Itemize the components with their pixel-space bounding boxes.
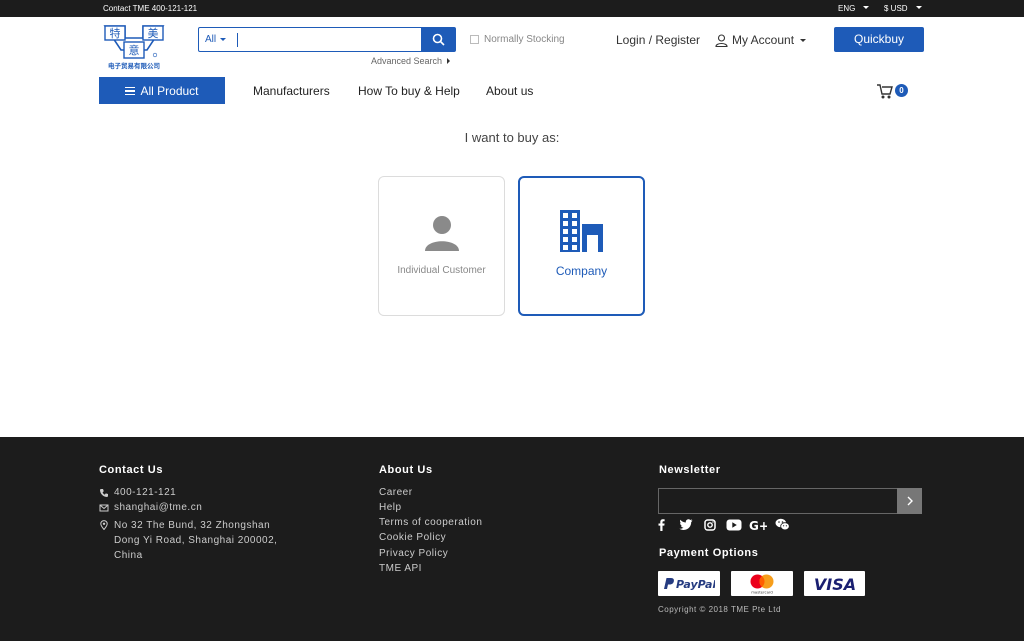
advanced-search-link[interactable]: Advanced Search [371, 56, 451, 66]
company-option[interactable]: Company [518, 176, 645, 316]
footer-link-career[interactable]: Career [379, 487, 413, 498]
normally-stocking-label: Normally Stocking [484, 34, 565, 45]
nav-about-us[interactable]: About us [486, 84, 533, 98]
mastercard-text: mastercard [751, 589, 773, 594]
footer-link-terms[interactable]: Terms of cooperation [379, 517, 482, 528]
user-icon [424, 216, 459, 251]
footer: Contact Us 400-121-121 shanghai@tme.cn N… [0, 437, 1024, 641]
nav-how-to-buy[interactable]: How To buy & Help [358, 84, 460, 98]
buyer-type-prompt: I want to buy as: [464, 130, 560, 145]
social-links: G+ [658, 518, 794, 531]
footer-phone[interactable]: 400-121-121 [114, 487, 176, 498]
logo-char-3: 意 [129, 43, 140, 57]
language-selector[interactable]: ENG [838, 4, 870, 13]
instagram-icon[interactable] [698, 518, 722, 531]
footer-about-title: About Us [379, 464, 433, 476]
svg-text:G+: G+ [749, 519, 767, 531]
caret-down-icon [863, 6, 870, 10]
logo[interactable]: 特 美 意 电子贸易有限公司 [103, 24, 165, 70]
logo-graphic: 特 美 意 电子贸易有限公司 [103, 25, 165, 70]
google-plus-icon[interactable]: G+ [746, 519, 770, 531]
user-icon [715, 33, 728, 47]
cart-button[interactable]: 0 [876, 82, 910, 100]
twitter-icon[interactable] [674, 518, 698, 531]
footer-payment-title: Payment Options [659, 547, 759, 559]
caret-down-icon [220, 37, 227, 41]
search-category-label: All [205, 34, 217, 45]
logo-char-2: 美 [148, 27, 159, 40]
logo-char-1: 特 [110, 26, 121, 40]
search-icon [432, 33, 445, 46]
my-account-menu[interactable]: My Account [715, 33, 807, 47]
paypal-logo: PayPal [658, 571, 720, 596]
footer-address-line-3: China [114, 550, 143, 561]
footer-contact-title: Contact Us [99, 464, 164, 476]
checkbox-box[interactable] [470, 35, 479, 44]
search-category-select[interactable]: All [199, 28, 237, 51]
individual-customer-option[interactable]: Individual Customer [378, 176, 505, 316]
mastercard-logo: mastercard [731, 571, 793, 596]
caret-down-icon [800, 38, 807, 42]
copyright-text: Copyright © 2018 TME Pte Ltd [658, 605, 781, 614]
wechat-icon[interactable] [770, 518, 794, 531]
quickbuy-button[interactable]: Quickbuy [834, 27, 924, 52]
search-button[interactable] [421, 28, 455, 51]
mail-icon [99, 504, 109, 512]
language-label: ENG [838, 4, 856, 13]
all-product-label: All Product [140, 83, 199, 98]
individual-customer-label: Individual Customer [397, 265, 486, 276]
footer-link-privacy[interactable]: Privacy Policy [379, 548, 448, 559]
footer-link-cookie[interactable]: Cookie Policy [379, 532, 446, 543]
arrow-right-icon [907, 496, 913, 506]
building-icon [559, 210, 603, 252]
footer-address-line-2: Dong Yi Road, Shanghai 200002, [114, 535, 278, 546]
nav-manufacturers[interactable]: Manufacturers [253, 84, 330, 98]
newsletter-email-input[interactable] [658, 488, 898, 514]
logo-subtitle: 电子贸易有限公司 [108, 61, 160, 70]
footer-newsletter-title: Newsletter [659, 464, 721, 476]
footer-link-api[interactable]: TME API [379, 563, 422, 574]
newsletter-submit-button[interactable] [897, 488, 922, 514]
cart-count-badge: 0 [895, 84, 908, 97]
cart-icon [877, 84, 893, 99]
phone-icon [100, 489, 108, 497]
normally-stocking-checkbox[interactable]: Normally Stocking [470, 34, 565, 45]
all-product-button[interactable]: All Product [99, 77, 225, 104]
search-input[interactable] [237, 33, 421, 47]
menu-icon [125, 86, 136, 95]
youtube-icon[interactable] [722, 519, 746, 531]
currency-selector[interactable]: $ USD [884, 4, 922, 13]
contact-phone-text: Contact TME 400-121-121 [103, 4, 198, 13]
facebook-icon[interactable] [658, 518, 674, 531]
location-icon [100, 520, 108, 530]
company-label: Company [555, 264, 608, 278]
my-account-label: My Account [732, 33, 795, 47]
footer-email[interactable]: shanghai@tme.cn [114, 502, 202, 513]
search-bar: All [198, 27, 456, 52]
login-register-link[interactable]: Login / Register [616, 33, 700, 47]
caret-down-icon [915, 6, 922, 10]
visa-text: VISA [813, 576, 855, 592]
currency-label: $ USD [884, 4, 908, 13]
footer-address-line-1: No 32 The Bund, 32 Zhongshan [114, 520, 271, 531]
visa-logo: VISA [804, 571, 865, 596]
paypal-text: PayPal [676, 578, 715, 591]
caret-right-icon [447, 58, 451, 64]
footer-link-help[interactable]: Help [379, 502, 402, 513]
advanced-search-label: Advanced Search [371, 56, 443, 66]
top-bar: Contact TME 400-121-121 ENG $ USD [0, 0, 1024, 17]
